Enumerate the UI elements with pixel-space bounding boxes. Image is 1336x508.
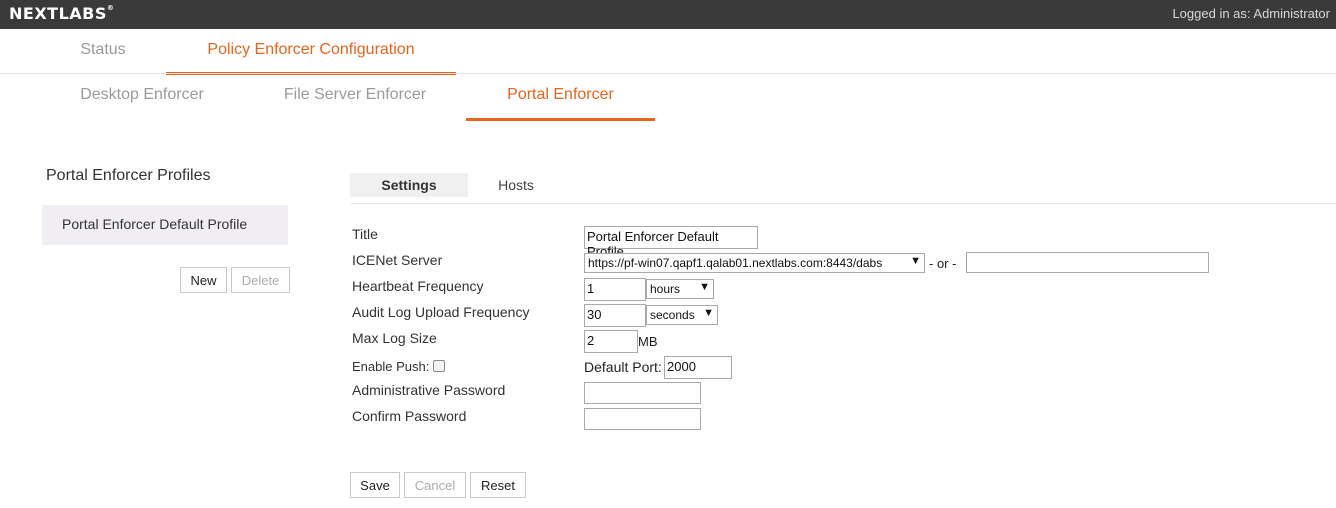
title-label: Title (352, 226, 378, 242)
new-profile-button[interactable]: New (180, 267, 227, 293)
maxlog-unit: MB (638, 334, 658, 349)
heartbeat-unit-select[interactable]: hours ▼ (646, 279, 714, 299)
heartbeat-label: Heartbeat Frequency (352, 278, 484, 294)
maxlog-label: Max Log Size (352, 330, 437, 346)
tab-file-server-enforcer[interactable]: File Server Enforcer (262, 86, 448, 104)
profile-item[interactable]: Portal Enforcer Default Profile (42, 205, 288, 245)
icenet-label: ICENet Server (352, 252, 443, 268)
heartbeat-unit-value: hours (650, 282, 681, 296)
delete-profile-button[interactable]: Delete (231, 267, 290, 293)
top-bar: NEXTLABS® Logged in as: Administrator (0, 0, 1336, 29)
tab-portal-enforcer[interactable]: Portal Enforcer (466, 86, 655, 104)
maxlog-input[interactable]: 2 (584, 330, 638, 353)
admin-password-input[interactable] (584, 382, 701, 404)
audit-unit-select[interactable]: seconds ▼ (646, 305, 718, 325)
confirm-password-input[interactable] (584, 408, 701, 430)
tab-policy-enforcer-configuration[interactable]: Policy Enforcer Configuration (166, 41, 456, 59)
or-separator: - or - (929, 256, 957, 271)
dropdown-arrow-icon: ▼ (703, 307, 714, 319)
heartbeat-input[interactable]: 1 (584, 278, 646, 301)
tab-row-divider (0, 73, 1336, 74)
audit-input[interactable]: 30 (584, 304, 646, 327)
nextlabs-logo: NEXTLABS® (9, 4, 115, 23)
profiles-title: Portal Enforcer Profiles (46, 167, 211, 184)
reset-button[interactable]: Reset (470, 472, 526, 498)
panel-tab-divider (350, 203, 1336, 204)
enable-push-label: Enable Push: (352, 359, 430, 374)
default-port-label: Default Port: (584, 359, 662, 375)
default-port-input[interactable]: 2000 (664, 356, 732, 379)
tab-hosts[interactable]: Hosts (480, 173, 552, 197)
active-subtab-indicator (466, 118, 655, 121)
icenet-selected-value: https://pf-win07.qapf1.qalab01.nextlabs.… (588, 256, 883, 270)
tab-status[interactable]: Status (62, 41, 144, 59)
icenet-server-input[interactable] (966, 252, 1209, 273)
admin-password-label: Administrative Password (352, 382, 506, 398)
tab-desktop-enforcer[interactable]: Desktop Enforcer (62, 86, 222, 104)
logged-in-label: Logged in as: Administrator (1172, 6, 1330, 21)
dropdown-arrow-icon: ▼ (910, 255, 921, 267)
title-input[interactable]: Portal Enforcer Default Profile (584, 226, 758, 259)
dropdown-arrow-icon: ▼ (699, 281, 710, 293)
audit-label: Audit Log Upload Frequency (352, 304, 530, 320)
confirm-password-label: Confirm Password (352, 408, 467, 424)
enable-push-checkbox[interactable] (433, 360, 445, 372)
icenet-server-select[interactable]: https://pf-win07.qapf1.qalab01.nextlabs.… (584, 253, 925, 273)
cancel-button[interactable]: Cancel (404, 472, 466, 498)
audit-unit-value: seconds (650, 308, 695, 322)
save-button[interactable]: Save (350, 472, 400, 498)
tab-settings[interactable]: Settings (350, 173, 468, 197)
